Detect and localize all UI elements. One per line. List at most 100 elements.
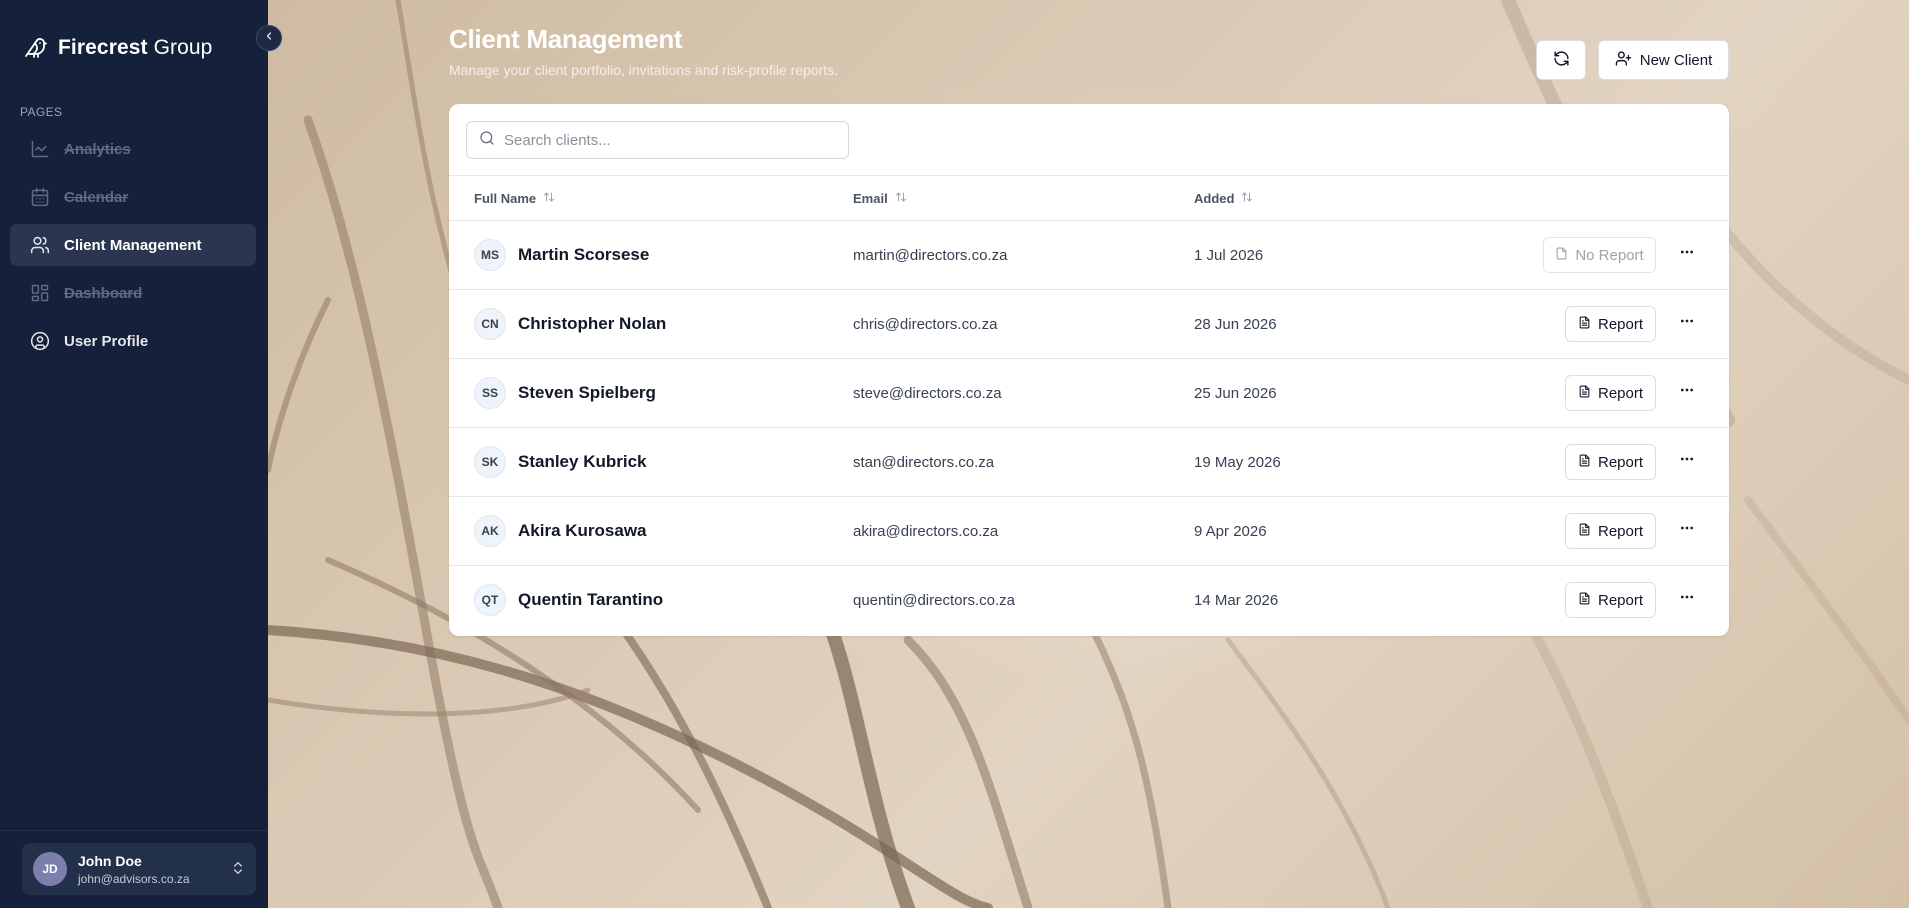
client-email: akira@directors.co.za [853, 523, 999, 540]
brand-name: Firecrest Group [58, 36, 213, 59]
more-horizontal-icon [1679, 382, 1695, 403]
sidebar-item-calendar[interactable]: Calendar [10, 176, 256, 218]
sidebar-collapse-button[interactable] [256, 25, 282, 51]
file-text-icon [1578, 316, 1591, 333]
client-avatar: SS [474, 377, 506, 409]
client-name: Steven Spielberg [518, 383, 656, 402]
report-label: No Report [1575, 246, 1644, 264]
sidebar-item-dashboard[interactable]: Dashboard [10, 272, 256, 314]
more-horizontal-icon [1679, 313, 1695, 334]
report-label: Report [1597, 384, 1644, 402]
more-horizontal-icon [1679, 451, 1695, 472]
client-email: quentin@directors.co.za [853, 592, 1015, 609]
more-horizontal-icon [1679, 520, 1695, 541]
more-actions-button[interactable] [1674, 448, 1700, 474]
no-report-button: No Report [1543, 237, 1656, 273]
more-horizontal-icon [1679, 589, 1695, 610]
client-name: Martin Scorsese [518, 245, 650, 264]
report-button[interactable]: Report [1565, 306, 1656, 342]
user-email: john@advisors.co.za [78, 871, 190, 886]
sidebar-item-label: Analytics [64, 140, 131, 158]
user-menu[interactable]: JD John Doe john@advisors.co.za [22, 843, 256, 895]
report-button[interactable]: Report [1565, 375, 1656, 411]
client-added-date: 28 Jun 2026 [1194, 316, 1277, 333]
sidebar-item-label: Dashboard [64, 284, 143, 302]
column-header-full-name[interactable]: Full Name [474, 191, 555, 206]
column-label: Full Name [474, 191, 537, 206]
sidebar-item-client-management[interactable]: Client Management [10, 224, 256, 266]
client-email: martin@directors.co.za [853, 247, 1008, 264]
file-text-icon [1578, 592, 1591, 609]
report-label: Report [1597, 522, 1644, 540]
sidebar: Firecrest Group PAGES Analytics Calendar… [0, 0, 268, 908]
client-name: Quentin Tarantino [518, 590, 664, 609]
sidebar-nav: Analytics Calendar Client Management Das… [10, 128, 256, 368]
file-text-icon [1578, 385, 1591, 402]
client-name: Akira Kurosawa [518, 521, 647, 540]
client-name: Stanley Kubrick [518, 452, 647, 471]
client-email: steve@directors.co.za [853, 385, 1002, 402]
page-subtitle: Manage your client portfolio, invitation… [449, 62, 839, 78]
table-body: MS Martin Scorsese martin@directors.co.z… [449, 221, 1729, 635]
client-email: chris@directors.co.za [853, 316, 998, 333]
client-avatar: AK [474, 515, 506, 547]
chevron-left-icon [263, 29, 275, 47]
client-avatar: QT [474, 584, 506, 616]
search-field[interactable] [466, 121, 849, 159]
table-row[interactable]: QT Quentin Tarantino quentin@directors.c… [449, 566, 1729, 635]
more-actions-button[interactable] [1674, 310, 1700, 336]
table-row[interactable]: SS Steven Spielberg steve@directors.co.z… [449, 359, 1729, 428]
file-text-icon [1578, 523, 1591, 540]
column-header-email[interactable]: Email [853, 191, 907, 206]
report-label: Report [1597, 591, 1644, 609]
table-row[interactable]: MS Martin Scorsese martin@directors.co.z… [449, 221, 1729, 290]
client-added-date: 1 Jul 2026 [1194, 247, 1264, 264]
sort-icon [543, 191, 555, 206]
page-title: Client Management [449, 24, 683, 54]
dashboard-icon [29, 282, 51, 304]
refresh-button[interactable] [1536, 40, 1586, 80]
avatar: JD [33, 852, 67, 886]
table-row[interactable]: SK Stanley Kubrick stan@directors.co.za … [449, 428, 1729, 497]
file-icon [1555, 247, 1568, 264]
user-info: John Doe john@advisors.co.za [78, 853, 190, 886]
sidebar-item-analytics[interactable]: Analytics [10, 128, 256, 170]
more-actions-button[interactable] [1674, 241, 1700, 267]
column-label: Email [853, 191, 888, 206]
brand[interactable]: Firecrest Group [24, 36, 212, 60]
sidebar-item-user-profile[interactable]: User Profile [10, 320, 256, 362]
user-name: John Doe [78, 852, 142, 869]
sidebar-item-label: User Profile [64, 332, 149, 350]
file-text-icon [1578, 454, 1591, 471]
sidebar-item-label: Client Management [64, 236, 202, 254]
sidebar-divider [0, 830, 268, 831]
more-actions-button[interactable] [1674, 586, 1700, 612]
client-added-date: 9 Apr 2026 [1194, 523, 1267, 540]
report-button[interactable]: Report [1565, 513, 1656, 549]
sidebar-item-label: Calendar [64, 188, 129, 206]
calendar-icon [29, 186, 51, 208]
table-row[interactable]: CN Christopher Nolan chris@directors.co.… [449, 290, 1729, 359]
sort-icon [895, 191, 907, 206]
client-avatar: CN [474, 308, 506, 340]
column-label: Added [1194, 191, 1235, 206]
report-label: Report [1597, 315, 1644, 333]
search-input[interactable] [504, 131, 834, 149]
more-actions-button[interactable] [1674, 517, 1700, 543]
client-added-date: 14 Mar 2026 [1194, 592, 1279, 609]
table-header: Full Name Email Added [449, 175, 1729, 221]
user-plus-icon [1615, 50, 1632, 71]
report-button[interactable]: Report [1565, 444, 1656, 480]
client-added-date: 19 May 2026 [1194, 454, 1281, 471]
search-icon [479, 130, 495, 151]
sort-icon [1241, 191, 1253, 206]
more-actions-button[interactable] [1674, 379, 1700, 405]
new-client-button[interactable]: New Client [1598, 40, 1729, 80]
table-row[interactable]: AK Akira Kurosawa akira@directors.co.za … [449, 497, 1729, 566]
users-icon [29, 234, 51, 256]
clients-card: Full Name Email Added MS Martin Scorsese… [449, 104, 1729, 636]
report-button[interactable]: Report [1565, 582, 1656, 618]
more-horizontal-icon [1679, 244, 1695, 265]
client-added-date: 25 Jun 2026 [1194, 385, 1277, 402]
column-header-added[interactable]: Added [1194, 191, 1253, 206]
